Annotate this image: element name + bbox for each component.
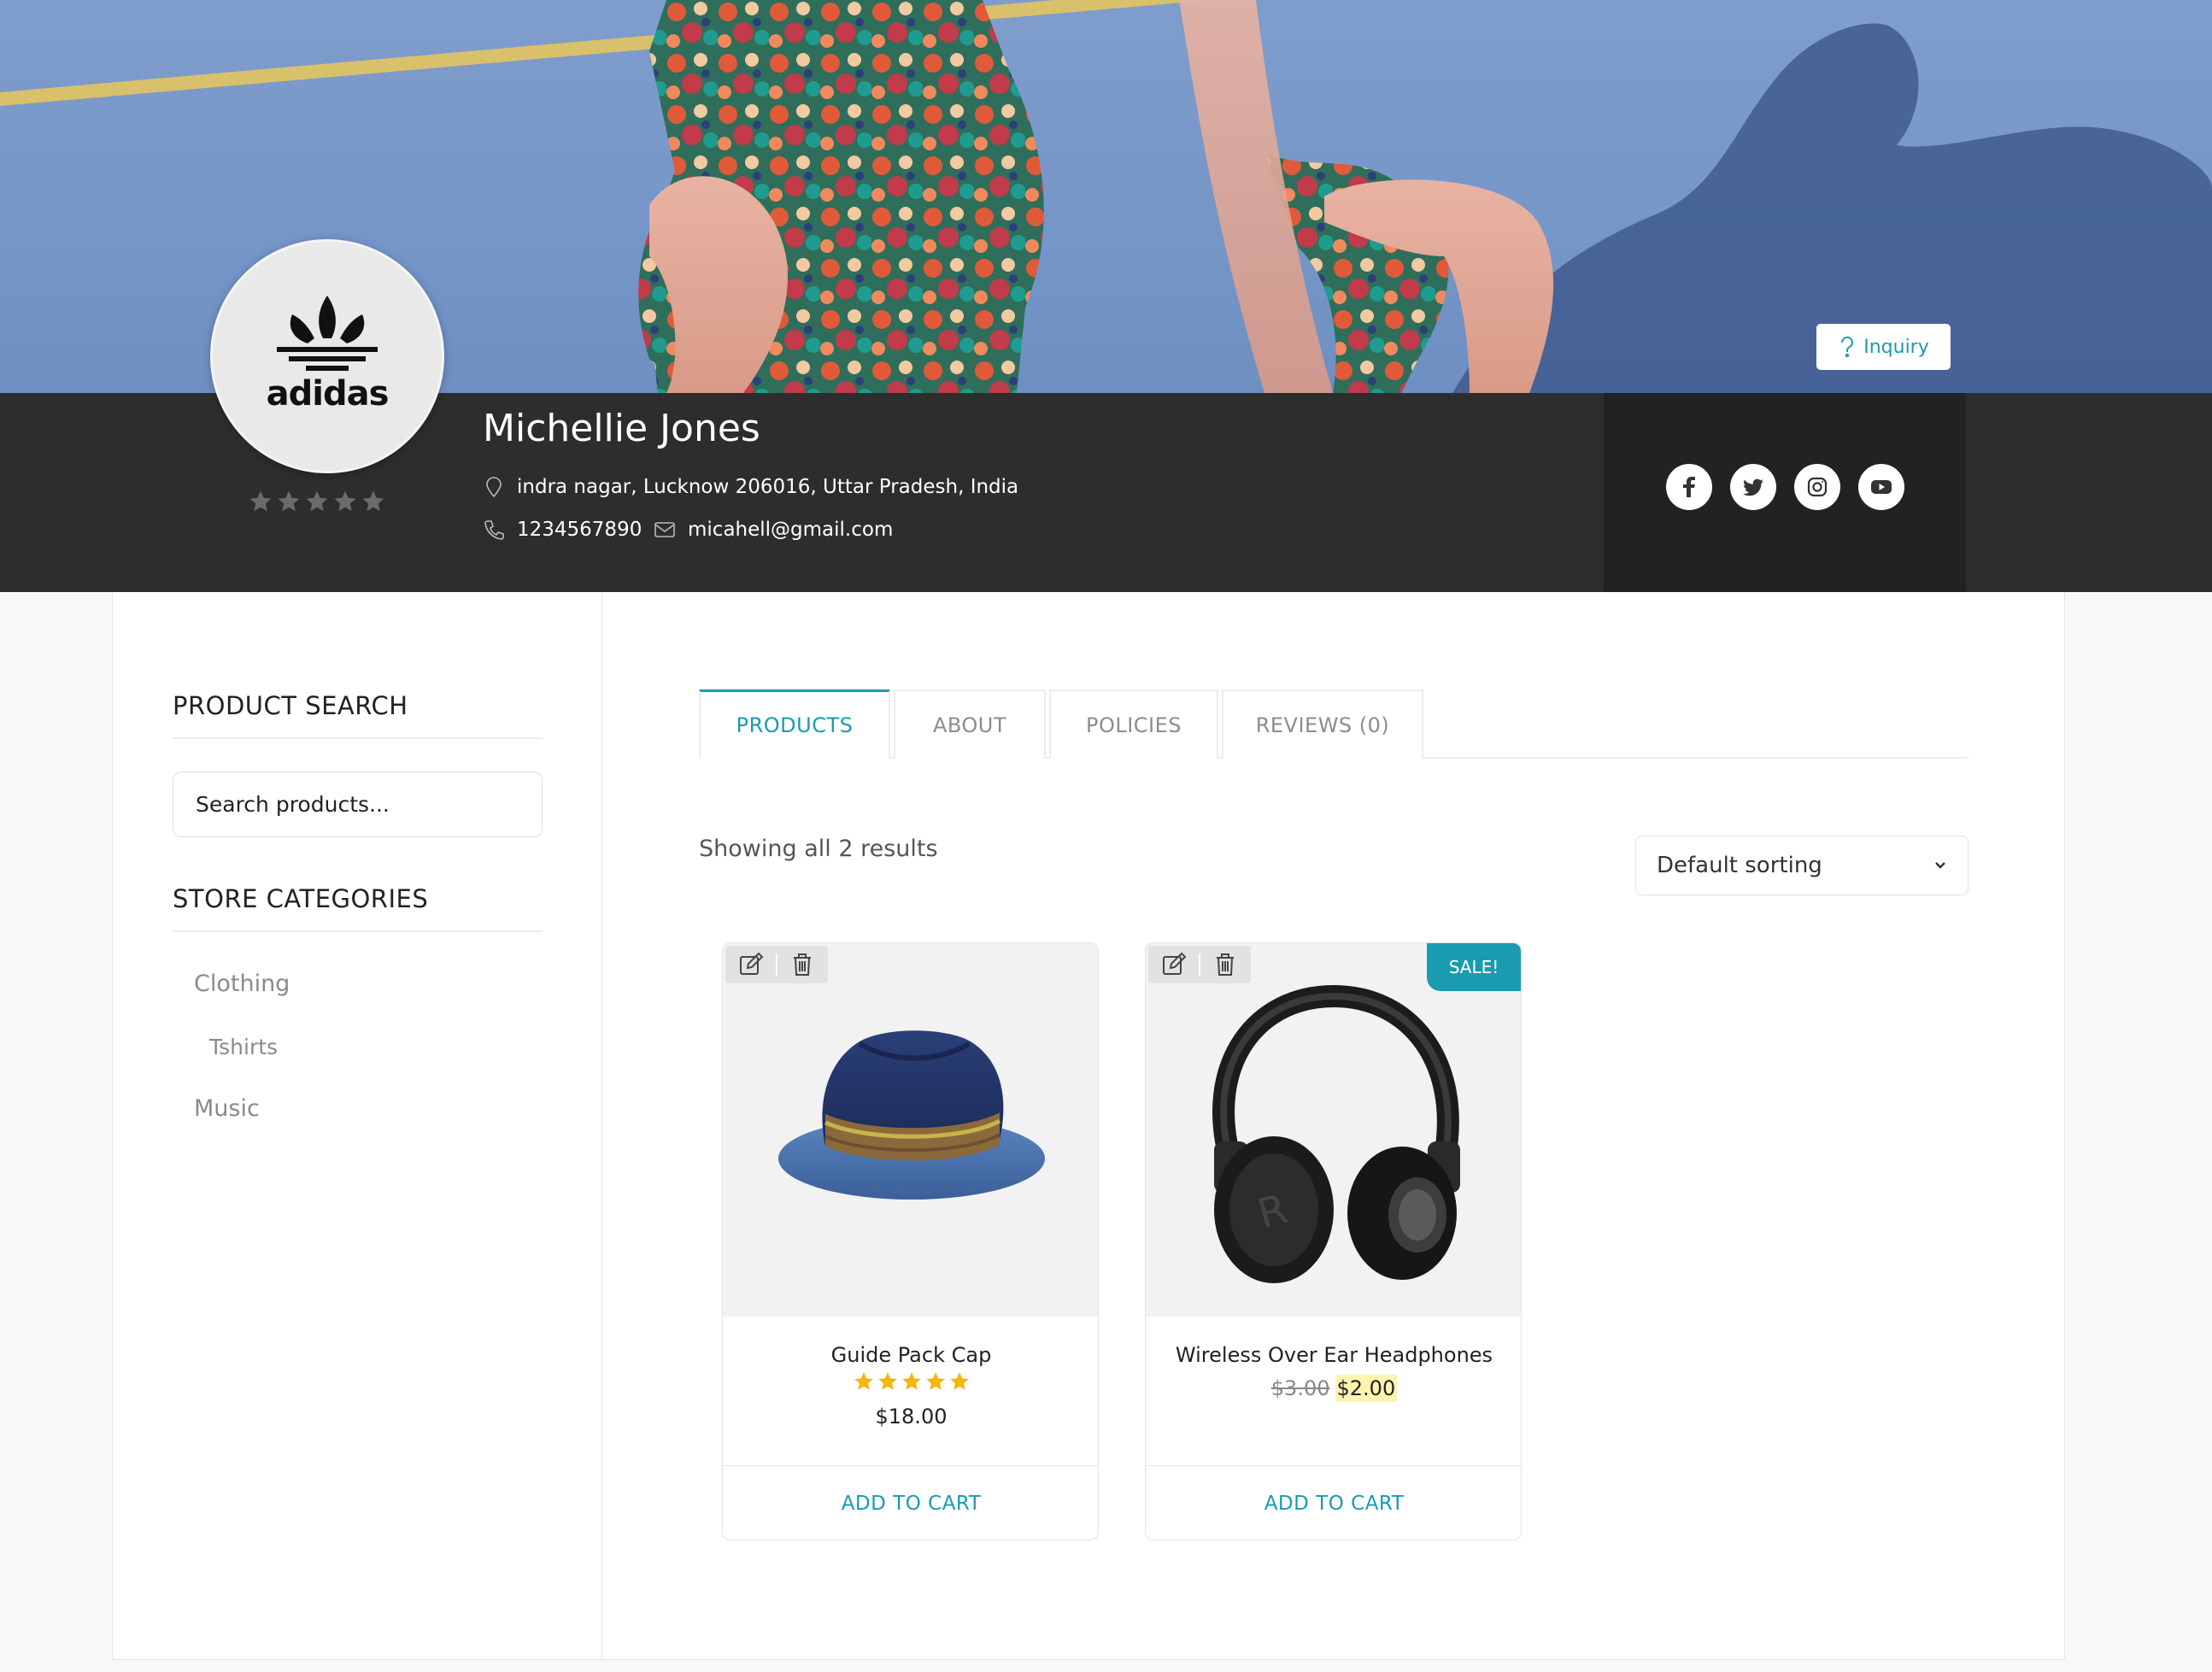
store-sidebar: PRODUCT SEARCH Search products... STORE …: [113, 592, 602, 1660]
category-item-music[interactable]: Music: [194, 1095, 260, 1122]
inquiry-label: Inquiry: [1863, 336, 1929, 358]
product-card: R SALE! Wireless Over Ear Headphones $3.…: [1145, 942, 1522, 1540]
product-search-input[interactable]: Search products...: [173, 771, 543, 837]
store-tabs: PRODUCTS ABOUT POLICIES REVIEWS (0): [699, 689, 1969, 759]
star-icon: [877, 1372, 897, 1390]
facebook-icon: [1683, 477, 1695, 497]
product-price: $18.00: [875, 1405, 948, 1429]
adidas-trefoil-icon: [277, 296, 378, 371]
product-title[interactable]: Guide Pack Cap: [723, 1343, 1098, 1367]
widget-divider: [173, 737, 543, 739]
star-icon: [901, 1372, 921, 1390]
store-logo-text: adidas: [266, 374, 390, 414]
inquiry-button[interactable]: Inquiry: [1816, 324, 1951, 370]
facebook-link[interactable]: [1666, 464, 1712, 510]
trash-icon[interactable]: [1212, 951, 1239, 978]
social-links: [1666, 464, 1904, 510]
star-icon: [334, 490, 356, 512]
product-tools: [1148, 946, 1251, 983]
sale-badge: SALE!: [1427, 943, 1521, 991]
product-image[interactable]: [723, 943, 1098, 1317]
store-phone-text: 1234567890: [517, 519, 642, 541]
headphones-image: R: [1212, 984, 1460, 1283]
star-icon: [306, 490, 328, 512]
product-tools: [725, 946, 828, 983]
category-item-clothing[interactable]: Clothing: [194, 971, 290, 997]
star-icon: [949, 1372, 969, 1390]
star-icon: [249, 490, 272, 512]
star-icon: [278, 490, 300, 512]
chevron-down-icon: [1935, 862, 1945, 869]
store-rating: [248, 489, 386, 514]
tab-products[interactable]: PRODUCTS: [699, 689, 890, 759]
add-to-cart-button[interactable]: ADD TO CART: [1146, 1466, 1521, 1540]
product-rating: [723, 1370, 1098, 1393]
tab-policies[interactable]: POLICIES: [1049, 689, 1218, 759]
trash-icon[interactable]: [789, 951, 816, 978]
hat-image: [778, 1030, 1045, 1200]
star-icon: [362, 490, 384, 512]
store-content: PRODUCT SEARCH Search products... STORE …: [112, 592, 2065, 1660]
edit-icon[interactable]: [737, 951, 765, 978]
category-item-tshirts[interactable]: Tshirts: [209, 1035, 278, 1059]
product-search-title: PRODUCT SEARCH: [173, 691, 408, 720]
store-phone: 1234567890: [483, 519, 642, 541]
store-name: Michellie Jones: [483, 407, 760, 450]
store-categories-title: STORE CATEGORIES: [173, 884, 429, 913]
tab-about[interactable]: ABOUT: [894, 689, 1046, 759]
twitter-icon: [1743, 478, 1763, 496]
envelope-icon: [654, 522, 675, 537]
product-title[interactable]: Wireless Over Ear Headphones: [1146, 1343, 1521, 1367]
tool-separator: [775, 953, 777, 976]
phone-icon: [484, 520, 504, 540]
question-icon: [1841, 336, 1854, 358]
star-icon: [854, 1372, 873, 1390]
store-address: indra nagar, Lucknow 206016, Uttar Prade…: [483, 476, 1018, 498]
widget-divider: [173, 930, 543, 932]
product-sale-price: $2.00: [1335, 1375, 1398, 1402]
product-price: $3.00 $2.00: [1146, 1375, 1521, 1402]
youtube-icon: [1871, 480, 1892, 494]
store-address-text: indra nagar, Lucknow 206016, Uttar Prade…: [517, 476, 1019, 498]
sort-select[interactable]: Default sorting: [1635, 836, 1969, 895]
youtube-link[interactable]: [1858, 464, 1904, 510]
store-email-text[interactable]: micahell@gmail.com: [688, 519, 893, 541]
product-card: Guide Pack Cap $18.00 ADD TO CART: [722, 942, 1099, 1540]
edit-icon[interactable]: [1160, 951, 1188, 978]
results-count: Showing all 2 results: [699, 836, 938, 862]
star-icon: [925, 1372, 945, 1390]
twitter-link[interactable]: [1730, 464, 1776, 510]
store-email: micahell@gmail.com: [654, 519, 893, 541]
add-to-cart-button[interactable]: ADD TO CART: [723, 1466, 1098, 1540]
store-logo: adidas: [210, 239, 444, 473]
product-image[interactable]: R: [1146, 943, 1521, 1317]
product-old-price: $3.00: [1270, 1376, 1330, 1400]
instagram-icon: [1807, 477, 1828, 497]
sort-selected-value: Default sorting: [1657, 853, 1822, 878]
tab-reviews[interactable]: REVIEWS (0): [1222, 689, 1423, 759]
tool-separator: [1198, 953, 1200, 976]
map-pin-icon: [486, 477, 502, 498]
instagram-link[interactable]: [1794, 464, 1840, 510]
